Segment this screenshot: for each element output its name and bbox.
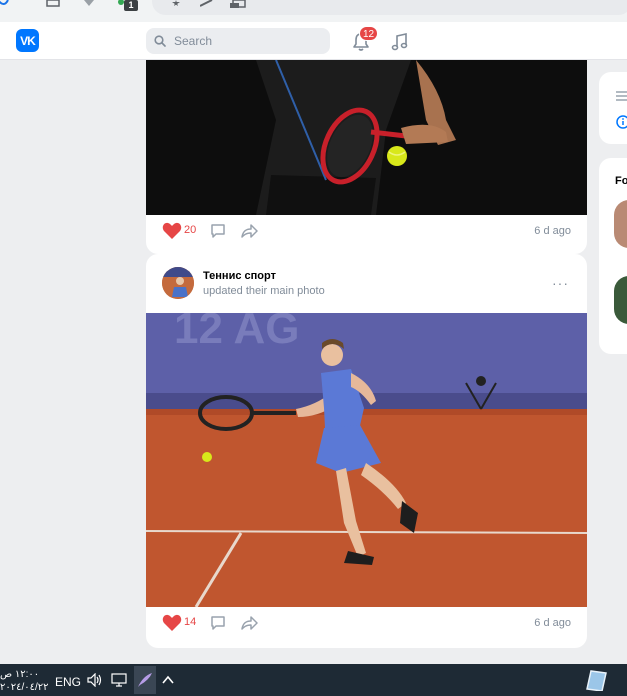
browser-edge-icon[interactable] bbox=[0, 0, 12, 10]
avatar[interactable] bbox=[614, 200, 627, 248]
music-icon[interactable] bbox=[389, 31, 409, 53]
tennis-player-photo bbox=[146, 60, 587, 215]
sidebar-friends-card: Fo bbox=[599, 158, 627, 354]
post-time[interactable]: 6 d ago bbox=[534, 225, 571, 237]
clock-date: ٢٠٢٤/٠٤/٢٢ bbox=[0, 682, 49, 693]
taskbar: ١٢:٠٠ ص ٢٠٢٤/٠٤/٢٢ ENG bbox=[0, 664, 627, 696]
address-bar[interactable] bbox=[152, 0, 627, 15]
shield-icon[interactable] bbox=[82, 0, 98, 10]
browser-toolbar: 1 bbox=[0, 0, 627, 22]
search-input[interactable] bbox=[174, 28, 324, 54]
post-photo[interactable] bbox=[146, 60, 587, 215]
language-indicator[interactable]: ENG bbox=[55, 675, 81, 689]
post-photo[interactable]: 12 AG bbox=[146, 313, 587, 607]
volume-icon[interactable] bbox=[87, 673, 103, 687]
post-actions: 20 6 d ago bbox=[146, 215, 587, 247]
sidebar-menu-card bbox=[599, 72, 627, 144]
search-icon bbox=[154, 35, 166, 47]
tennis-player-photo: 12 AG bbox=[146, 313, 587, 607]
chevron-up-icon[interactable] bbox=[161, 673, 175, 687]
vk-logo[interactable]: VK bbox=[16, 29, 39, 52]
post-actions: 14 6 d ago bbox=[146, 607, 587, 639]
star-icon[interactable] bbox=[170, 0, 182, 8]
heart-icon[interactable] bbox=[162, 222, 182, 240]
network-icon[interactable] bbox=[111, 673, 129, 687]
like-count: 20 bbox=[184, 224, 197, 236]
heart-icon[interactable] bbox=[162, 614, 182, 632]
site-header: VK 12 bbox=[0, 22, 627, 60]
notes-app-icon[interactable] bbox=[584, 669, 608, 691]
share-icon[interactable] bbox=[241, 615, 259, 631]
menu-icon[interactable] bbox=[616, 91, 627, 101]
info-icon[interactable] bbox=[616, 115, 627, 129]
post-header: Теннис спорт updated their main photo ··… bbox=[146, 254, 587, 313]
avatar[interactable] bbox=[162, 267, 194, 299]
clock-time: ١٢:٠٠ ص bbox=[0, 669, 40, 680]
avatar[interactable] bbox=[614, 276, 627, 324]
comment-icon[interactable] bbox=[210, 223, 226, 239]
share-icon[interactable] bbox=[241, 223, 259, 239]
feed-post: 20 6 d ago bbox=[146, 60, 587, 254]
more-options-icon[interactable]: ··· bbox=[552, 275, 569, 291]
like-count: 14 bbox=[184, 616, 197, 628]
post-subtitle: updated their main photo bbox=[203, 285, 325, 297]
notification-badge: 12 bbox=[359, 26, 379, 41]
sidebar-heading: Fo bbox=[615, 175, 627, 187]
post-time[interactable]: 6 d ago bbox=[534, 617, 571, 629]
search-bar[interactable] bbox=[146, 28, 330, 54]
comment-icon[interactable] bbox=[210, 615, 226, 631]
extension-badge: 1 bbox=[124, 0, 138, 11]
pen-app-button[interactable] bbox=[134, 666, 156, 694]
svg-text:12 AG: 12 AG bbox=[174, 313, 300, 353]
post-author[interactable]: Теннис спорт bbox=[203, 270, 276, 282]
share-page-icon[interactable] bbox=[230, 0, 246, 8]
tab-icon[interactable] bbox=[46, 0, 62, 10]
feed-post: Теннис спорт updated their main photo ··… bbox=[146, 254, 587, 648]
taskbar-clock[interactable]: ١٢:٠٠ ص ٢٠٢٤/٠٤/٢٢ bbox=[0, 668, 49, 694]
feather-icon bbox=[138, 673, 152, 687]
key-icon[interactable] bbox=[200, 0, 214, 8]
